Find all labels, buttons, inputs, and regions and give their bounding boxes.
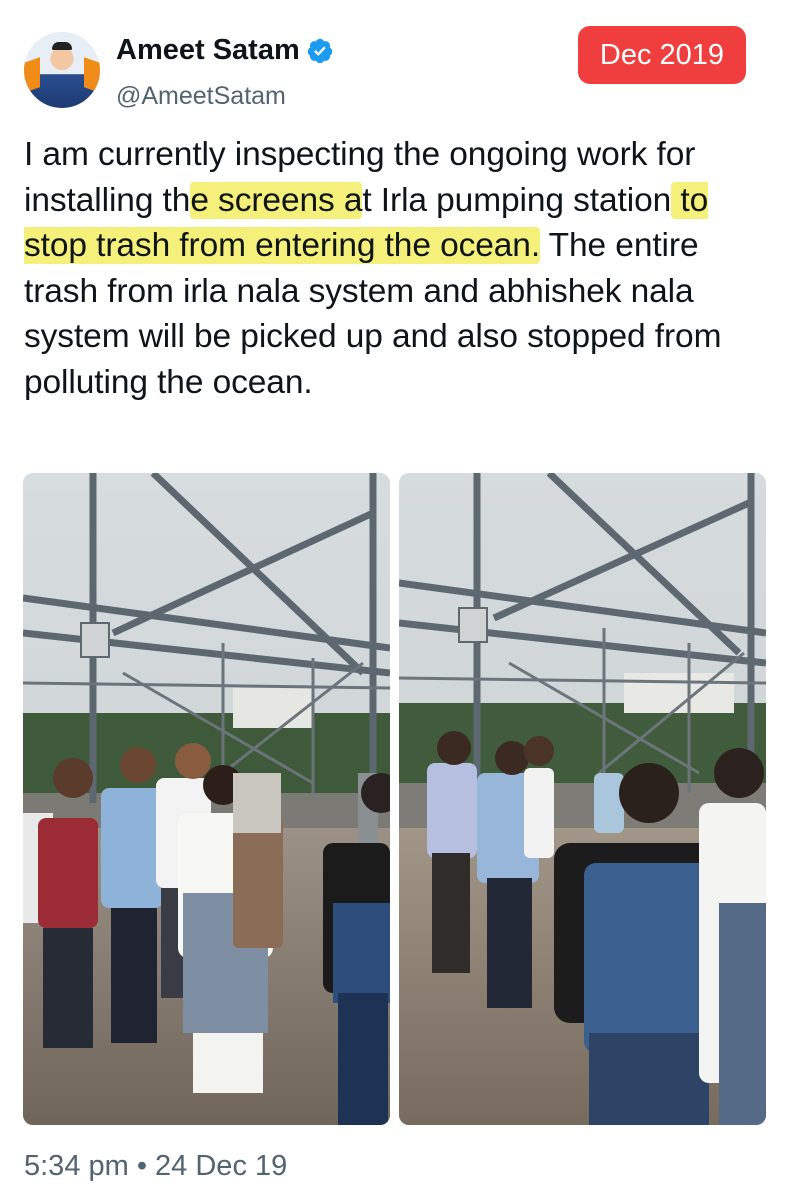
tweet-timestamp[interactable]: 5:34 pm • 24 Dec 19 bbox=[24, 1150, 287, 1183]
verified-badge-icon bbox=[306, 37, 334, 65]
tweet-photo-right[interactable] bbox=[399, 473, 766, 1125]
tweet-header: Ameet Satam @AmeetSatam Dec 2019 bbox=[0, 0, 788, 120]
highlighted-text-segment: e screens a bbox=[190, 181, 363, 219]
user-handle[interactable]: @AmeetSatam bbox=[116, 82, 286, 111]
date-badge: Dec 2019 bbox=[578, 26, 746, 84]
tweet-text: I am currently inspecting the ongoing wo… bbox=[24, 132, 764, 405]
display-name[interactable]: Ameet Satam bbox=[116, 34, 300, 67]
tweet-photo-left[interactable] bbox=[23, 473, 390, 1125]
avatar[interactable] bbox=[24, 32, 100, 108]
name-row: Ameet Satam bbox=[116, 34, 334, 67]
text-segment: t Irla pumping station bbox=[362, 181, 672, 219]
